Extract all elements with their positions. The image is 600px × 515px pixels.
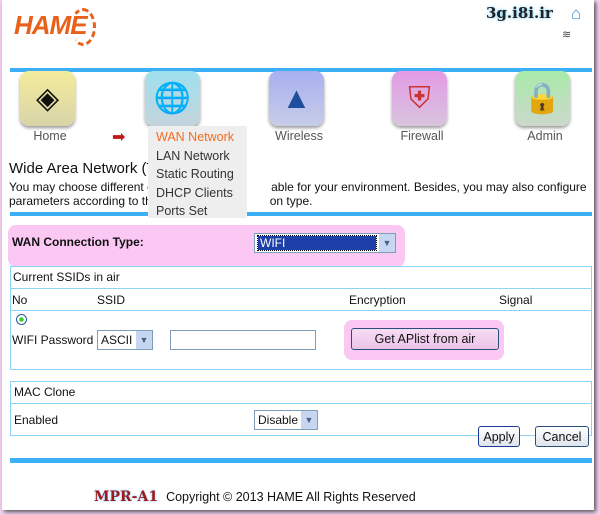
apply-button[interactable]: Apply [478, 426, 520, 447]
col-signal: Signal [499, 293, 533, 307]
col-encryption: Encryption [349, 293, 406, 307]
col-no: No [12, 293, 28, 307]
model-badge: MPR-A1 [94, 489, 159, 505]
col-ssid: SSID [97, 293, 126, 307]
menu-ports-set[interactable]: Ports Set [156, 202, 239, 221]
chevron-down-icon: ▼ [301, 411, 317, 429]
divider [10, 458, 592, 463]
wan-type-value: WIFI [257, 235, 377, 251]
password-format-select[interactable]: ASCII ▼ [97, 330, 153, 350]
password-format-value: ASCII [101, 333, 133, 347]
mac-enabled-select[interactable]: Disable ▼ [254, 410, 318, 430]
nav-wireless[interactable]: Wireless [254, 129, 344, 143]
page-title: Wide Area Network (T [9, 160, 156, 177]
nav-admin-icon[interactable]: 🔒 [515, 71, 570, 126]
mac-clone-title: MAC Clone [11, 382, 591, 404]
red-arrow-icon: ➡ [112, 129, 126, 146]
cancel-button[interactable]: Cancel [535, 426, 589, 447]
menu-lan-network[interactable]: LAN Network [156, 147, 239, 166]
wifi-password-input[interactable] [170, 330, 316, 350]
copyright: Copyright © 2013 HAME All Rights Reserve… [166, 490, 416, 504]
footer: MPR-A1 Copyright © 2013 HAME All Rights R… [94, 489, 416, 505]
menu-wan-network[interactable]: WAN Network [156, 128, 239, 147]
wifi-password-label: WIFI Password [12, 333, 94, 347]
menu-dhcp-clients[interactable]: DHCP Clients [156, 184, 239, 203]
nav-wireless-icon[interactable]: ▲ [269, 71, 324, 126]
network-submenu: WAN Network LAN Network Static Routing D… [148, 126, 247, 218]
ssid-table-title: Current SSIDs in air [11, 267, 591, 289]
ssid-radio[interactable] [16, 314, 27, 325]
mac-enabled-label: Enabled [14, 413, 59, 427]
nav-firewall[interactable]: Firewall [377, 129, 467, 143]
ssid-header-row: No SSID Encryption Signal [11, 289, 591, 311]
get-aplist-button[interactable]: Get APlist from air [351, 328, 499, 350]
nav-home[interactable]: Home [5, 129, 95, 143]
menu-static-routing[interactable]: Static Routing [156, 165, 239, 184]
wifi-icon: ≋ [562, 29, 572, 41]
chevron-down-icon: ▼ [379, 234, 395, 252]
router-page: HAME 3g.i8i.ir ⌂ ≋ ◈ Home 🌐 ▲ Wireless ⛨… [2, 0, 594, 510]
chevron-down-icon: ▼ [136, 331, 152, 349]
wan-type-label: WAN Connection Type: [12, 235, 144, 249]
home-icon[interactable]: ⌂ [571, 4, 581, 24]
ssid-table: Current SSIDs in air No SSID Encryption … [10, 266, 592, 370]
nav-home-icon[interactable]: ◈ [20, 71, 75, 126]
divider [10, 212, 592, 216]
mac-enabled-value: Disable [258, 413, 299, 427]
page-description: You may choose different c able for your … [9, 180, 587, 208]
wan-type-select[interactable]: WIFI ▼ [254, 233, 396, 253]
nav-network-icon[interactable]: 🌐 [145, 71, 200, 126]
logo-ring [70, 8, 96, 46]
nav-admin[interactable]: Admin [500, 129, 590, 143]
site-watermark: 3g.i8i.ir [486, 4, 553, 22]
nav-firewall-icon[interactable]: ⛨ [392, 71, 447, 126]
